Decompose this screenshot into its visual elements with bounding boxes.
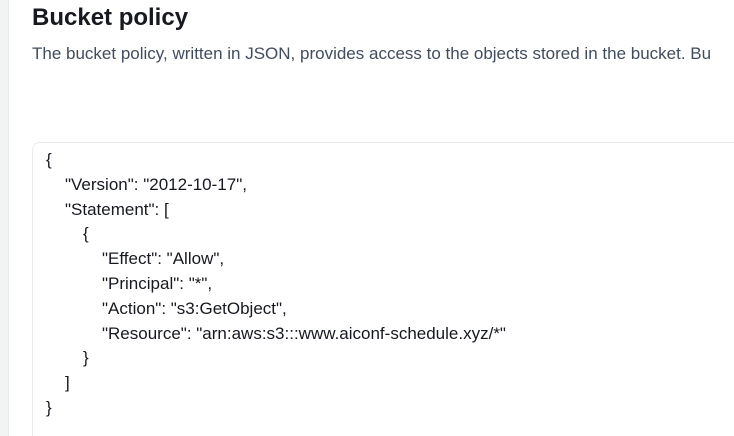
- policy-line-statement-close: }: [83, 348, 89, 368]
- policy-line-version: "Version": "2012-10-17",: [65, 174, 247, 194]
- policy-line-resource: "Resource": "arn:aws:s3:::www.aiconf-sch…: [102, 323, 506, 343]
- section-description: The bucket policy, written in JSON, prov…: [32, 44, 712, 63]
- policy-json[interactable]: { "Version": "2012-10-17", "Statement": …: [46, 148, 506, 421]
- policy-line-principal: "Principal": "*",: [102, 273, 213, 293]
- policy-line-close-brace: }: [46, 397, 52, 417]
- policy-line-open-brace: {: [46, 150, 52, 169]
- section-title: Bucket policy: [32, 4, 189, 31]
- policy-line-statement-open: {: [83, 224, 89, 244]
- policy-line-statement: "Statement": [: [65, 199, 169, 219]
- policy-line-effect: "Effect": "Allow",: [102, 249, 225, 269]
- policy-line-action: "Action": "s3:GetObject",: [102, 298, 287, 318]
- bucket-policy-page: Bucket policy The bucket policy, written…: [0, 0, 734, 436]
- policy-line-array-close: ]: [65, 373, 70, 393]
- left-panel-divider: [0, 0, 9, 436]
